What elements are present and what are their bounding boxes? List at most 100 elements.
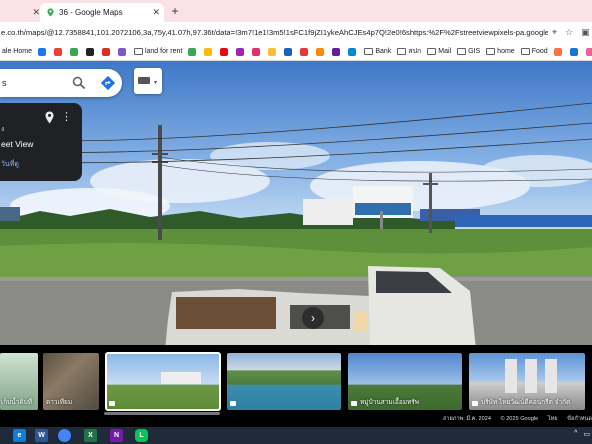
bookmark-item[interactable]: ale Home [2,48,32,55]
location-pin-icon[interactable] [44,111,55,124]
url-text[interactable]: e.co.th/maps/@12.7358841,101.2072106,3a,… [0,28,548,37]
app-icon [236,47,245,56]
bookmark-item[interactable] [236,47,246,56]
bookmark-folder[interactable]: Mail [427,48,451,55]
bookmark-item[interactable] [37,47,48,56]
layers-button[interactable]: ▾ [134,68,162,94]
bookmark-label: home [497,48,515,55]
bookmark-item[interactable] [69,47,80,56]
camera-icon [230,401,236,406]
chevron-down-icon: ▾ [154,80,158,86]
thumb-item-selected[interactable] [105,352,221,411]
bookmark-item[interactable] [553,47,564,56]
language-indicator-icon[interactable]: ▭ [583,430,590,438]
tab-title: 36 - Google Maps [59,8,123,17]
search-box[interactable]: s [0,69,122,97]
bookmark-folder[interactable]: home [486,48,515,55]
close-icon[interactable]: ✕ [152,7,160,18]
bookmark-item[interactable] [252,47,262,56]
bookmark-folder[interactable]: สปก [397,46,421,57]
bookmark-item[interactable] [204,47,214,56]
bookmark-item[interactable] [332,47,342,56]
thumb-item[interactable] [227,353,341,410]
see-more-dates-link[interactable]: วันที่ดู [1,159,19,170]
tab-google-maps[interactable]: 36 - Google Maps ✕ [40,3,164,22]
thumb-caption: บริษัท ไทยวัฒน์ดีคอนกรีต จำกัด [481,399,571,406]
search-icon[interactable] [72,76,86,90]
star-icon[interactable]: ☆ [565,27,573,38]
bookmarks-bar: ale Home land for rent Bank สปก Mail GIS home F… [0,43,592,61]
extension-icon[interactable]: ▣ [581,27,590,38]
thumb-item[interactable]: หมู่บ้านสามเอื้อมทรัพ [348,353,462,410]
layers-icon [138,77,150,84]
taskbar-app-word[interactable]: W [35,429,48,442]
taskbar-app-excel[interactable]: X [84,429,97,442]
camera-icon [109,401,115,406]
bookmark-label: Mail [438,48,452,55]
taskbar-app-label: N [113,432,120,439]
taskbar-app-line[interactable]: L [135,429,148,442]
app-icon [316,47,325,56]
card-subtitle: ง [1,126,5,133]
bookmark-item[interactable] [101,47,112,56]
app-icon [348,47,357,56]
tab-previous[interactable]: ✕ [0,3,40,22]
taskbar-app-label: e [17,432,22,439]
more-options-icon[interactable]: ⋮ [61,111,72,123]
terms-link[interactable]: ข้อกำหนด [567,416,592,422]
facebook-icon [37,47,46,56]
taskbar: e W X N L ^ ▭ [0,427,592,444]
bookmark-folder[interactable]: Food [520,48,548,55]
app-icon [585,47,592,56]
street-view-panorama[interactable] [0,61,592,350]
taskbar-app-label: W [38,432,45,439]
folder-icon [427,48,437,55]
bookmark-item[interactable] [569,47,580,56]
taskbar-app-chrome[interactable] [58,429,71,442]
thumb-caption: หมู่บ้านสามเอื้อมทรัพ [360,399,420,406]
thumb-item[interactable]: เก็บน้ำดิบที่ [0,353,38,410]
camera-icon [472,401,478,406]
bookmark-folder[interactable]: GIS [457,48,480,55]
strip-scrollbar[interactable] [104,412,220,415]
bookmark-item[interactable] [53,47,64,56]
bookmark-item[interactable] [85,47,96,56]
taskbar-app-onenote[interactable]: N [110,429,123,442]
address-bar[interactable]: e.co.th/maps/@12.7358841,101.2072106,3a,… [0,22,592,43]
panorama-image[interactable] [0,61,592,350]
close-icon[interactable]: ✕ [32,7,40,18]
taskbar-app-edge[interactable]: e [13,429,26,442]
folder-icon [364,48,374,55]
bookmark-item[interactable] [220,47,230,56]
bookmark-label: ale Home [2,48,32,55]
chevron-up-icon[interactable]: ^ [574,430,577,438]
bookmark-item[interactable] [348,47,358,56]
folder-icon [486,48,496,55]
bookmark-folder[interactable]: Bank [364,48,391,55]
bookmark-item[interactable] [268,47,278,56]
bookmark-item[interactable] [117,47,128,56]
thumb-item[interactable]: บริษัท ไทยวัฒน์ดีคอนกรีต จำกัด [469,353,585,410]
bookmark-item[interactable] [284,47,294,56]
copyright: © 2025 Google [500,416,539,422]
folder-icon [397,48,407,55]
bookmark-folder[interactable]: land for rent [133,48,182,55]
bookmark-item[interactable] [585,47,592,56]
app-icon [553,47,562,56]
bookmark-item[interactable] [300,47,310,56]
thumb-item[interactable]: ดาวเทียม [43,353,99,410]
bookmark-item[interactable] [188,47,198,56]
app-icon [268,47,277,56]
app-icon [117,47,126,56]
new-tab-button[interactable]: + [168,3,182,19]
location-icon[interactable]: ⌖ [552,27,557,38]
drive-icon [69,47,78,56]
folder-icon [133,48,143,55]
navigate-forward-button[interactable]: › [302,307,324,329]
system-tray[interactable]: ^ ▭ [574,430,590,438]
bookmark-item[interactable] [316,47,326,56]
directions-icon[interactable] [100,75,116,91]
search-input[interactable]: s [2,78,7,88]
language-link[interactable]: ไทย [548,416,558,422]
screen: ✕ 36 - Google Maps ✕ + e.co.th/maps/@12.… [0,0,592,444]
